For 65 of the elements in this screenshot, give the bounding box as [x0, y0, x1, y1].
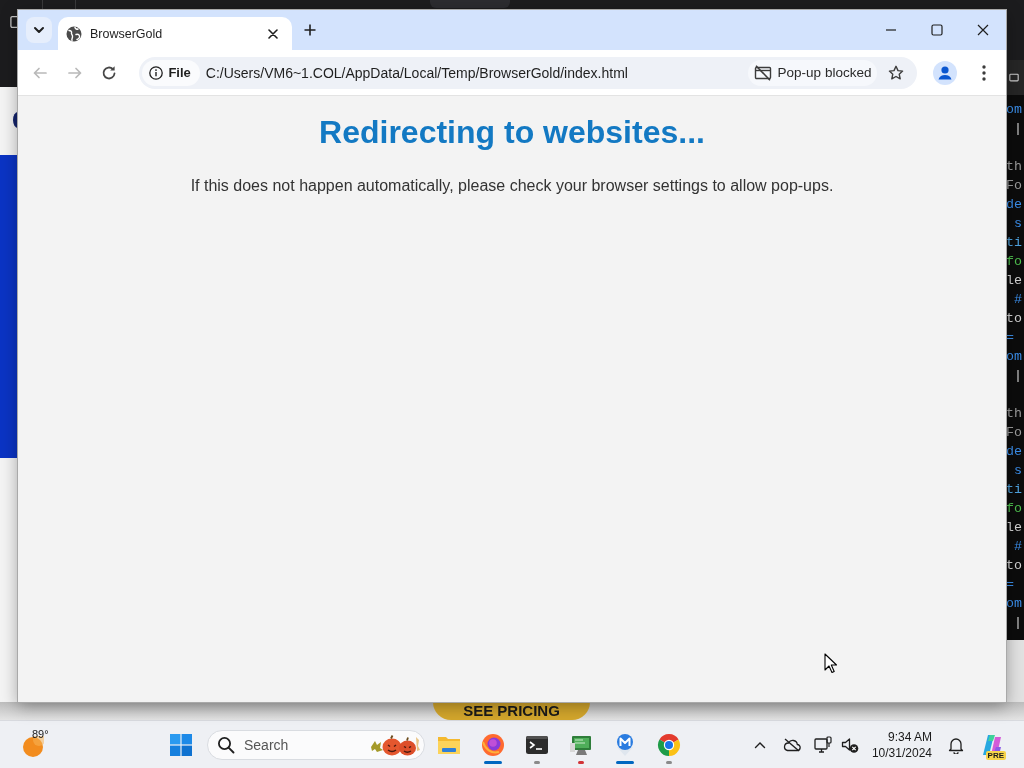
code-text: fo	[1006, 253, 1022, 271]
pumpkin-decoration-drawing	[370, 732, 422, 757]
search-field[interactable]: Search	[207, 729, 425, 760]
temperature-text: 89°	[32, 727, 49, 740]
tab-title: BrowserGold	[90, 26, 163, 41]
preview-badge: PRE	[985, 750, 1006, 760]
code-text: #	[1012, 291, 1022, 309]
plus-icon	[304, 24, 316, 36]
code-text: to	[1006, 557, 1022, 575]
reload-icon	[101, 64, 118, 81]
star-icon	[888, 64, 905, 81]
code-text: =	[1006, 576, 1014, 594]
code-text: le	[1006, 519, 1022, 537]
close-icon	[977, 24, 989, 36]
code-text: le	[1006, 272, 1022, 290]
code-text: s	[1012, 215, 1022, 233]
windows-logo-icon	[170, 733, 192, 756]
code-text: Fo	[1006, 177, 1022, 195]
code-text: |	[1012, 120, 1022, 138]
firefox-icon	[481, 732, 505, 757]
code-text: th	[1006, 405, 1022, 423]
window-icon	[1009, 73, 1019, 82]
code-text: om	[1006, 101, 1022, 119]
code-text: fo	[1006, 500, 1022, 518]
copilot-button[interactable]: PRE	[976, 728, 1008, 761]
tab-search-button[interactable]	[26, 17, 52, 43]
code-text: de	[1006, 443, 1022, 461]
code-text: |	[1012, 367, 1022, 385]
close-icon	[268, 28, 278, 39]
code-text: ti	[1006, 481, 1022, 499]
profile-icon	[933, 60, 958, 85]
code-text: #	[1012, 538, 1022, 556]
code-text: th	[1006, 158, 1022, 176]
code-text: Fo	[1006, 424, 1022, 442]
mouse-pointer-icon	[824, 653, 837, 673]
search-icon	[217, 735, 235, 754]
popup-blocked-button[interactable]: Pop-up blocked	[747, 59, 878, 86]
clock-time: 9:34 AM	[887, 728, 932, 745]
code-text: |	[1012, 614, 1022, 632]
code-text: to	[1006, 310, 1022, 328]
site-info-button[interactable]: File	[142, 59, 200, 86]
page-heading: Redirecting to websites...	[319, 114, 705, 151]
code-text: om	[1006, 348, 1022, 366]
clock-date: 10/31/2024	[871, 744, 932, 761]
browser-tab[interactable]: BrowserGold	[58, 17, 292, 50]
code-text: om	[1006, 595, 1022, 613]
info-icon	[149, 65, 164, 80]
chrome-icon	[657, 732, 681, 757]
wired-network-icon	[813, 735, 832, 754]
code-text: =	[1006, 329, 1014, 347]
page-message: If this does not happen automatically, please check your browser settings to allow pop-ups.	[190, 177, 834, 195]
cloud-off-icon	[782, 735, 801, 754]
weather-button[interactable]: 89°	[18, 724, 52, 765]
popup-blocked-icon	[753, 63, 772, 82]
code-text: de	[1006, 196, 1022, 214]
code-text: s	[1012, 462, 1022, 480]
bell-icon	[947, 735, 965, 754]
volume-muted-icon	[840, 735, 859, 754]
url-field[interactable]: C:/Users/VM6~1.COL/AppData/Local/Temp/BrowserGold/index.html	[205, 61, 748, 84]
more-menu-icon	[982, 64, 987, 81]
clock-button[interactable]: 9:34 AM 10/31/2024	[869, 728, 934, 761]
code-text: ti	[1006, 234, 1022, 252]
maximize-icon	[931, 24, 943, 36]
globe-icon	[66, 25, 82, 42]
address-bar[interactable]: File C:/Users/VM6~1.COL/AppData/Local/Temp/BrowserGold/index.html Pop-up blocked	[139, 56, 918, 89]
